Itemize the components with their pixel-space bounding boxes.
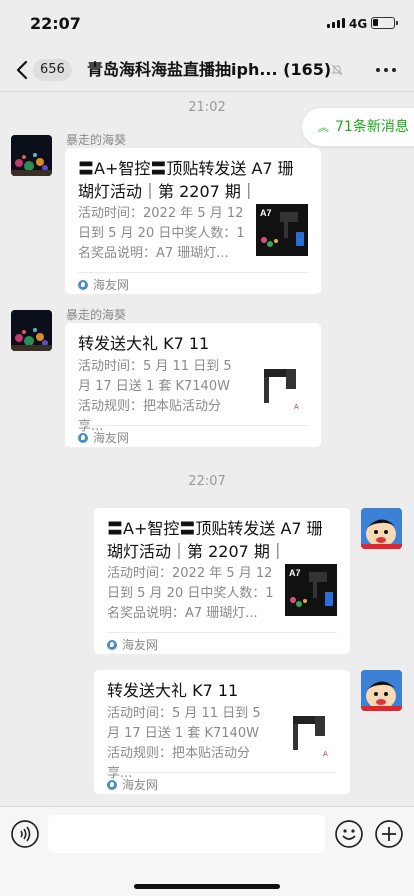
svg-text:A: A	[323, 751, 328, 758]
double-chevron-up-icon: ︽	[318, 121, 329, 134]
timestamp: 22:07	[188, 474, 226, 489]
source-icon	[78, 279, 88, 290]
avatar[interactable]	[361, 670, 402, 711]
avatar[interactable]	[11, 310, 52, 351]
thumb-label: A7	[260, 208, 272, 218]
thumb-label: A7	[289, 568, 301, 578]
card-divider	[107, 772, 337, 773]
card-source: 海友网	[107, 776, 158, 793]
avatar[interactable]	[361, 508, 402, 549]
source-label: 海友网	[93, 278, 130, 292]
link-card[interactable]: 转发送大礼 K7 11 活动时间：5 月 11 日到 5 月 17 日送 1 套…	[94, 670, 350, 794]
source-icon	[78, 432, 88, 443]
more-dots-icon[interactable]	[376, 68, 396, 72]
link-card[interactable]: 〓A+智控〓顶贴转发送 A7 珊瑚灯活动｜第 2207 期｜ 活动时间：2022…	[65, 148, 321, 294]
card-divider	[78, 272, 308, 273]
status-time: 22:07	[30, 14, 81, 33]
chevron-left-icon[interactable]	[14, 58, 32, 82]
input-bar	[0, 806, 414, 896]
cartoon-kid-avatar	[361, 508, 402, 549]
card-description: 活动时间：2022 年 5 月 12 日到 5 月 20 日中奖人数：1 名奖品…	[78, 206, 245, 261]
sender-name: 暴走的海葵	[66, 133, 127, 147]
dark-aquarium-avatar	[11, 310, 52, 351]
plus-icon[interactable]	[375, 820, 403, 848]
cartoon-kid-avatar	[361, 670, 402, 711]
link-card[interactable]: 〓A+智控〓顶贴转发送 A7 珊瑚灯活动｜第 2207 期｜ 活动时间：2022…	[94, 508, 350, 654]
dark-aquarium-avatar	[11, 135, 52, 176]
card-title: 转发送大礼 K7 11	[78, 334, 210, 353]
avatar[interactable]	[11, 135, 52, 176]
battery-icon	[371, 17, 398, 29]
new-messages-label: 71条新消息	[335, 119, 409, 135]
card-source: 海友网	[78, 276, 129, 293]
card-divider	[78, 425, 308, 426]
link-card[interactable]: 转发送大礼 K7 11 活动时间：5 月 11 日到 5 月 17 日送 1 套…	[65, 323, 321, 447]
card-source: 海友网	[107, 636, 158, 653]
card-source: 海友网	[78, 429, 129, 446]
status-bar: 22:07 4G	[0, 0, 414, 48]
chat-title: 青岛海科海盐直播抽iph... (165)	[87, 60, 332, 79]
card-divider	[107, 632, 337, 633]
a7-coral-light-thumbnail: A7	[285, 564, 337, 616]
chat-header: 656 青岛海科海盐直播抽iph... (165)	[0, 48, 414, 92]
source-icon	[107, 639, 117, 650]
mute-icon	[331, 64, 343, 76]
emoji-icon[interactable]	[335, 820, 363, 848]
header-divider	[0, 91, 414, 92]
signal-icon	[327, 18, 345, 28]
k7-light-thumbnail: A	[285, 708, 337, 760]
source-label: 海友网	[93, 431, 130, 445]
card-title: 〓A+智控〓顶贴转发送 A7 珊瑚灯活动｜第 2207 期｜	[107, 519, 323, 561]
new-messages-pill[interactable]: ︽ 71条新消息	[302, 108, 414, 146]
a7-coral-light-thumbnail: A7	[256, 204, 308, 256]
svg-text:A: A	[294, 404, 299, 411]
source-label: 海友网	[122, 638, 159, 652]
card-title: 〓A+智控〓顶贴转发送 A7 珊瑚灯活动｜第 2207 期｜	[78, 159, 294, 201]
sender-name: 暴走的海葵	[66, 308, 127, 322]
voice-icon[interactable]	[11, 820, 39, 848]
unread-count-badge[interactable]: 656	[33, 59, 72, 81]
network-type: 4G	[349, 17, 368, 31]
card-description: 活动时间：2022 年 5 月 12 日到 5 月 20 日中奖人数：1 名奖品…	[107, 566, 274, 621]
source-label: 海友网	[122, 778, 159, 792]
home-indicator	[134, 884, 280, 889]
card-title: 转发送大礼 K7 11	[107, 681, 239, 700]
source-icon	[107, 779, 117, 790]
k7-light-thumbnail: A	[256, 361, 308, 413]
message-input[interactable]	[48, 815, 325, 853]
